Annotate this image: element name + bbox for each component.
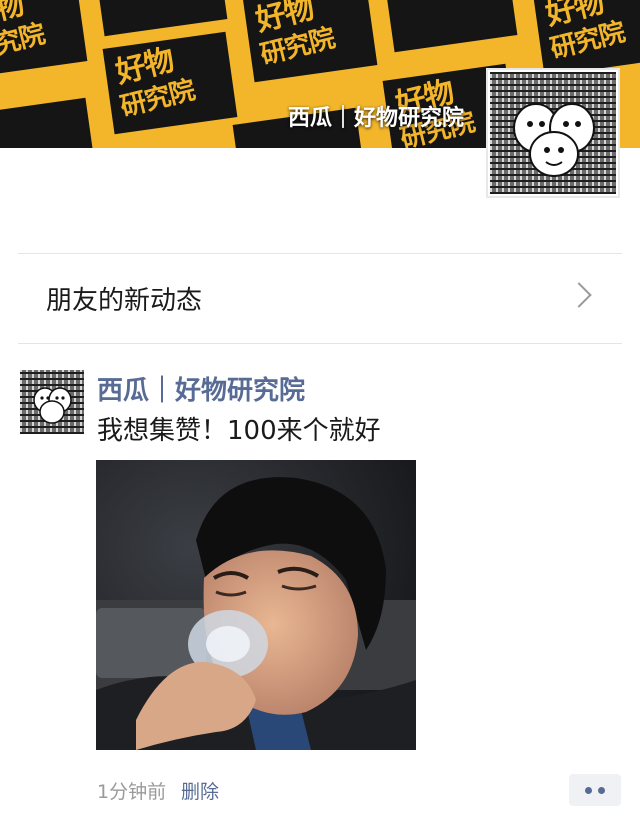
brand-tile [0, 100, 96, 148]
post-photo[interactable] [96, 460, 416, 750]
post-photo-image [96, 460, 416, 750]
post-timestamp: 1分钟前 [97, 781, 167, 803]
more-actions-button[interactable] [569, 774, 621, 806]
delete-post-link[interactable]: 删除 [181, 777, 219, 804]
cover-account-name: 西瓜｜好物研究院 [287, 106, 464, 131]
divider [18, 343, 622, 344]
post-text: 我想集赞！100来个就好 [97, 416, 381, 446]
brand-tile: 好物 研究院 [0, 0, 86, 76]
more-dots-icon [585, 786, 592, 794]
friends-updates-label: 朋友的新动态 [46, 285, 203, 316]
profile-avatar[interactable] [486, 68, 620, 198]
brand-tile [94, 0, 226, 34]
post-author-name[interactable]: 西瓜｜好物研究院 [97, 370, 305, 407]
brand-tile: 好物 研究院 [534, 0, 640, 74]
brand-tile: 好物 研究院 [104, 34, 236, 132]
avatar-face-icon [513, 103, 595, 177]
more-dots-icon [598, 786, 605, 794]
friends-updates-row[interactable]: 朋友的新动态 [0, 253, 640, 343]
avatar-face-icon [33, 387, 72, 424]
brand-tile [384, 0, 516, 50]
brand-tile: 好物 研究院 [244, 0, 376, 80]
chevron-right-icon [566, 282, 592, 308]
post-author-avatar[interactable] [20, 370, 84, 434]
